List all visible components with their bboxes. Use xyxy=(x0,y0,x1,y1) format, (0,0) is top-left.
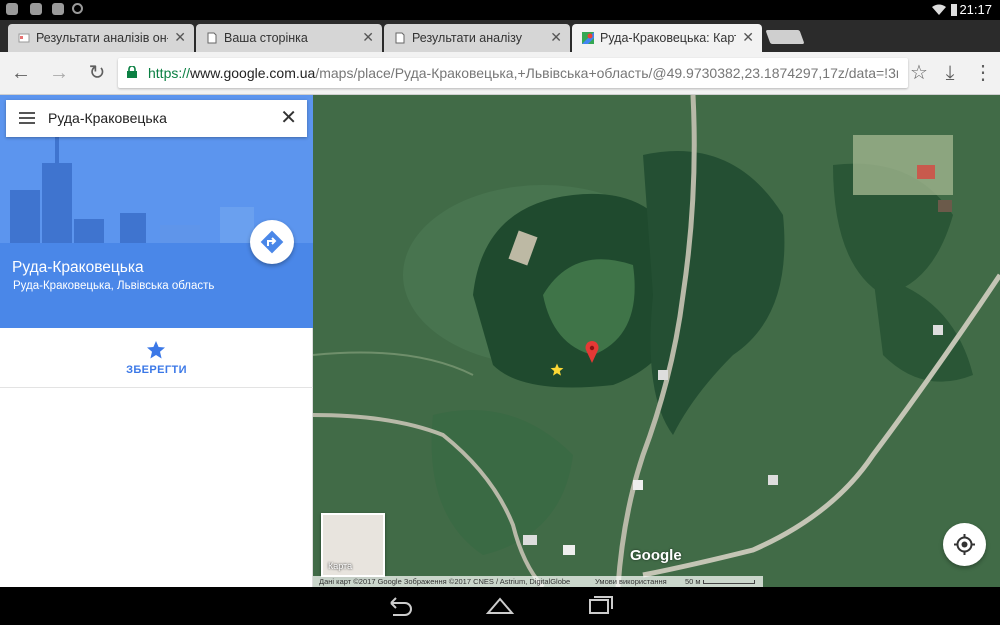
notification-icon xyxy=(6,3,18,15)
satellite-map[interactable]: Карта Google Дані карт ©2017 Google Зобр… xyxy=(313,95,1000,587)
back-nav-icon[interactable] xyxy=(385,595,415,617)
satellite-imagery xyxy=(313,95,1000,587)
tab-analysis-online[interactable]: Результати аналізів он-л ✕ xyxy=(8,24,194,52)
battery-icon xyxy=(951,4,957,16)
search-box[interactable]: Руда-Краковецька ✕ xyxy=(6,100,307,137)
page-icon xyxy=(207,32,217,44)
address-bar[interactable]: https://www.google.com.ua/maps/place/Руд… xyxy=(118,58,908,88)
url-text: https://www.google.com.ua/maps/place/Руд… xyxy=(148,65,898,81)
maps-icon xyxy=(582,32,594,44)
tab-strip: Результати аналізів он-л ✕ Ваша сторінка… xyxy=(0,20,1000,52)
close-icon[interactable]: ✕ xyxy=(742,29,754,46)
clock: 21:17 xyxy=(959,2,992,17)
map-type-toggle[interactable]: Карта xyxy=(321,513,385,577)
forward-icon[interactable]: → xyxy=(46,60,72,86)
home-nav-icon[interactable] xyxy=(485,595,515,617)
place-hero: Руда-Краковецька ✕ Руда-Краковецька Руда… xyxy=(0,95,313,328)
hamburger-menu-icon[interactable] xyxy=(19,112,35,124)
place-subtitle: Руда-Краковецька, Львівська область xyxy=(13,280,215,292)
tab-title: Ваша сторінка xyxy=(224,31,308,45)
close-icon[interactable]: ✕ xyxy=(174,29,186,46)
recents-nav-icon[interactable] xyxy=(585,595,615,617)
star-icon xyxy=(147,341,165,359)
save-label: ЗБЕРЕГТИ xyxy=(126,364,187,376)
tab-analysis-result[interactable]: Результати аналізу ✕ xyxy=(384,24,570,52)
search-icon xyxy=(72,3,83,14)
new-tab-button[interactable] xyxy=(765,30,805,44)
shield-icon xyxy=(30,3,42,15)
google-logo: Google xyxy=(630,547,682,564)
map-footer: Дані карт ©2017 Google Зображення ©2017 … xyxy=(313,576,763,587)
close-icon[interactable]: ✕ xyxy=(280,108,297,128)
url-path: /maps/place/Руда-Краковецька,+Львівська+… xyxy=(315,65,898,81)
wifi-icon xyxy=(932,4,946,15)
place-name: Руда-Краковецька xyxy=(12,259,144,276)
lock-icon xyxy=(127,66,137,78)
star-icon[interactable]: ☆ xyxy=(906,60,932,86)
url-scheme: https:// xyxy=(148,65,191,81)
browser-toolbar: ← → ↻ https://www.google.com.ua/maps/pla… xyxy=(0,52,1000,95)
tab-title: Результати аналізів он-л xyxy=(36,31,168,45)
save-button[interactable]: ЗБЕРЕГТИ xyxy=(0,328,313,388)
download-icon[interactable]: ⤓ xyxy=(937,60,963,86)
back-icon[interactable]: ← xyxy=(8,60,34,86)
map-attribution: Дані карт ©2017 Google Зображення ©2017 … xyxy=(319,577,571,586)
saved-star-icon xyxy=(550,363,564,376)
reload-icon[interactable]: ↻ xyxy=(84,60,110,86)
navigation-bar xyxy=(0,587,1000,625)
status-bar: 21:17 xyxy=(0,0,1000,20)
tab-your-page[interactable]: Ваша сторінка ✕ xyxy=(196,24,382,52)
page-content: Руда-Краковецька ✕ Руда-Краковецька Руда… xyxy=(0,95,1000,587)
menu-dots-icon[interactable]: ⋮ xyxy=(970,60,996,86)
url-host: www.google.com.ua xyxy=(190,65,316,81)
lab-icon xyxy=(18,33,30,43)
directions-icon xyxy=(260,230,284,254)
search-input[interactable]: Руда-Краковецька xyxy=(48,110,167,126)
tab-title: Результати аналізу xyxy=(412,31,523,45)
gallery-icon xyxy=(52,3,64,15)
crosshair-icon xyxy=(954,534,975,555)
map-type-label: Карта xyxy=(328,561,353,571)
page-icon xyxy=(395,32,405,44)
place-panel: Руда-Краковецька ✕ Руда-Краковецька Руда… xyxy=(0,95,313,587)
tab-maps[interactable]: Руда-Краковецька: Карт ✕ xyxy=(572,24,762,52)
directions-button[interactable] xyxy=(250,220,294,264)
terms-link[interactable]: Умови використання xyxy=(595,576,667,587)
close-icon[interactable]: ✕ xyxy=(550,29,562,46)
close-icon[interactable]: ✕ xyxy=(362,29,374,46)
my-location-button[interactable] xyxy=(943,523,986,566)
location-marker-icon[interactable] xyxy=(585,341,599,363)
scale-label: 50 м xyxy=(685,577,701,586)
scale-bar xyxy=(703,580,755,584)
tab-title: Руда-Краковецька: Карт xyxy=(600,31,736,45)
